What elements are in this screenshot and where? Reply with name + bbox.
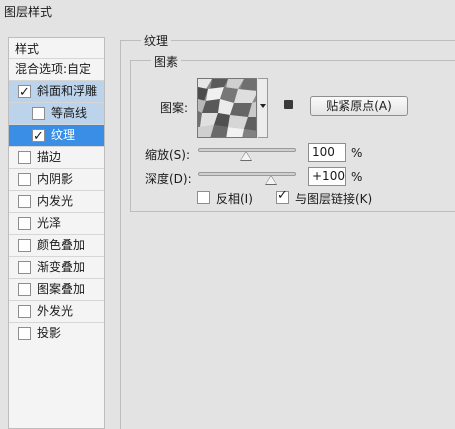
pattern-picker-dropdown[interactable]	[258, 78, 268, 138]
style-item-label: 斜面和浮雕	[37, 84, 98, 98]
satin-checkbox[interactable]	[18, 217, 31, 230]
styles-header[interactable]: 样式	[9, 38, 104, 58]
style-item-label: 外发光	[37, 304, 74, 318]
style-item-satin[interactable]: 光泽	[9, 212, 104, 234]
invert-checkbox[interactable]	[197, 191, 210, 204]
elements-group: 图素	[130, 53, 455, 212]
pattern-label: 图案:	[160, 101, 189, 115]
inner-shadow-checkbox[interactable]	[18, 173, 31, 186]
depth-unit: %	[351, 170, 363, 184]
color-overlay-checkbox[interactable]	[18, 239, 31, 252]
style-item-inner-glow[interactable]: 内发光	[9, 190, 104, 212]
texture-checkbox[interactable]: ✓	[32, 129, 45, 144]
pattern-overlay-checkbox[interactable]	[18, 283, 31, 296]
style-item-stroke[interactable]: 描边	[9, 146, 104, 168]
blend-options-label: 混合选项:自定	[15, 62, 92, 76]
depth-slider-track[interactable]	[198, 172, 296, 176]
window-title: 图层样式	[4, 5, 53, 19]
style-item-outer-glow[interactable]: 外发光	[9, 300, 104, 322]
check-icon: ✓	[33, 129, 44, 144]
styles-list: 样式 混合选项:自定 ✓ 斜面和浮雕 等高线 ✓ 纹理 描边 内阴影 内发光 光…	[8, 37, 105, 429]
link-with-layer-label: 与图层链接(K)	[295, 192, 373, 206]
style-item-label: 描边	[37, 150, 62, 164]
elements-group-title: 图素	[151, 53, 182, 70]
style-item-pattern-overlay[interactable]: 图案叠加	[9, 278, 104, 300]
link-with-layer-checkbox[interactable]: ✓	[276, 188, 289, 204]
scale-input[interactable]: 100	[308, 143, 346, 162]
style-item-label: 内发光	[37, 194, 74, 208]
pattern-swatch[interactable]	[197, 78, 257, 138]
style-item-label: 图案叠加	[37, 282, 86, 296]
style-item-gradient-overlay[interactable]: 渐变叠加	[9, 256, 104, 278]
inner-glow-checkbox[interactable]	[18, 195, 31, 208]
style-item-label: 渐变叠加	[37, 260, 86, 274]
style-item-contour[interactable]: 等高线	[9, 102, 104, 124]
scale-label: 缩放(S):	[145, 148, 191, 162]
depth-input[interactable]: +100	[308, 167, 346, 186]
depth-slider-thumb[interactable]	[265, 175, 277, 185]
contour-checkbox[interactable]	[32, 107, 45, 120]
style-item-label: 投影	[37, 326, 62, 340]
style-item-bevel-emboss[interactable]: ✓ 斜面和浮雕	[9, 80, 104, 102]
texture-group-title: 纹理	[141, 32, 172, 49]
style-item-label: 内阴影	[37, 172, 74, 186]
title-bar: 图层样式	[0, 0, 455, 22]
pattern-texture-icon	[198, 79, 256, 137]
new-preset-icon[interactable]	[284, 100, 293, 109]
style-item-label: 颜色叠加	[37, 238, 86, 252]
check-icon: ✓	[277, 188, 288, 203]
scale-slider-thumb[interactable]	[240, 151, 252, 161]
style-item-label: 纹理	[51, 128, 76, 142]
drop-shadow-checkbox[interactable]	[18, 327, 31, 340]
check-icon: ✓	[19, 85, 30, 100]
invert-label: 反相(I)	[216, 192, 253, 206]
snap-to-origin-button[interactable]: 贴紧原点(A)	[310, 96, 408, 116]
outer-glow-checkbox[interactable]	[18, 305, 31, 318]
stroke-checkbox[interactable]	[18, 151, 31, 164]
style-item-texture[interactable]: ✓ 纹理	[9, 124, 104, 146]
style-item-inner-shadow[interactable]: 内阴影	[9, 168, 104, 190]
style-item-color-overlay[interactable]: 颜色叠加	[9, 234, 104, 256]
bevel-emboss-checkbox[interactable]: ✓	[18, 85, 31, 100]
blend-options-item[interactable]: 混合选项:自定	[9, 58, 104, 80]
style-item-label: 光泽	[37, 216, 62, 230]
style-item-drop-shadow[interactable]: 投影	[9, 322, 104, 344]
style-item-label: 等高线	[51, 106, 88, 120]
scale-unit: %	[351, 146, 363, 160]
gradient-overlay-checkbox[interactable]	[18, 261, 31, 274]
depth-label: 深度(D):	[145, 172, 192, 186]
